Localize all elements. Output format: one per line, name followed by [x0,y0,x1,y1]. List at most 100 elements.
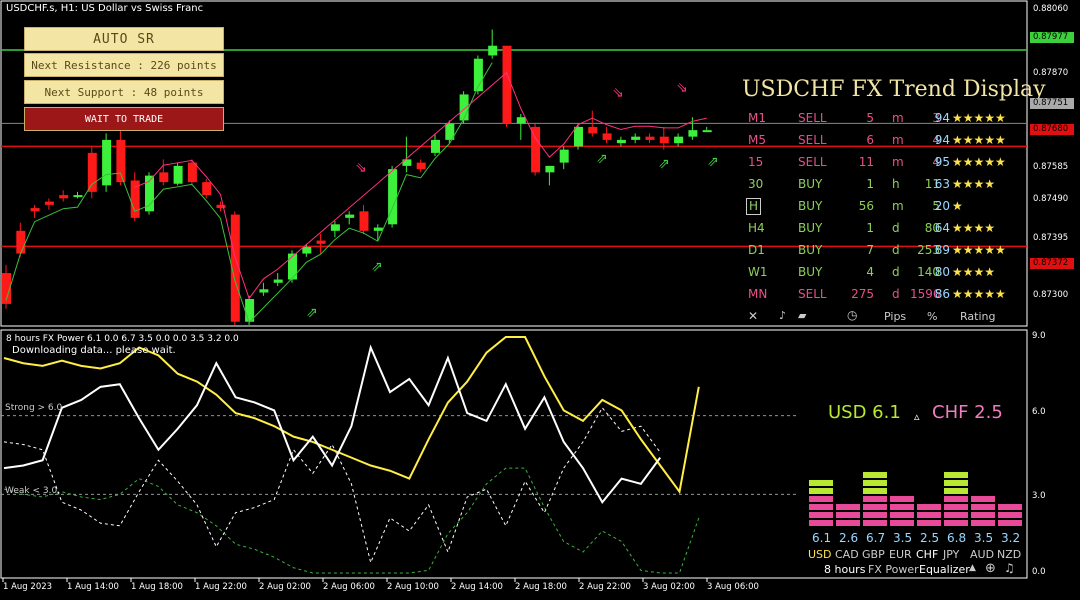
duration-value: 1 [866,221,874,235]
equalizer-segment [809,496,833,502]
time-label: 1 Aug 2023 [3,582,53,592]
triangle-up-icon[interactable]: ▲ [969,563,976,573]
tf-label: W1 [748,265,768,279]
equalizer-segment [809,488,833,494]
equalizer-currency[interactable]: CAD [835,548,859,561]
duration-value: 11 [858,155,874,169]
time-label: 1 Aug 14:00 [67,582,119,592]
signal-label: SELL [798,133,827,147]
equalizer-currency[interactable]: CHF [916,548,938,561]
candle-body [116,139,126,183]
candle-body [59,195,69,199]
candle-body [16,230,26,254]
price-label: 0.87372 [1030,258,1074,269]
sell-arrow-icon: ⇘ [612,85,624,101]
rating-stars: ★★★★★ [952,287,1006,301]
close-icon[interactable]: ✕ [748,309,758,323]
equalizer-segment [809,504,833,510]
fx-axis-label: 6.0 [1032,407,1046,417]
crosshair-icon[interactable]: ⊕ [985,561,996,576]
percent-value: 20 [934,199,950,213]
equalizer-currency[interactable]: EUR [889,548,912,561]
delta-icon: ▵ [914,410,920,423]
equalizer-segment [944,472,968,478]
candle-body [259,289,269,293]
equalizer-label[interactable]: Equalizer [919,563,970,576]
buy-arrow-icon: ⇗ [658,156,670,172]
pen-icon[interactable]: ▰ [798,309,806,322]
equalizer-value: 2.6 [839,531,859,545]
duration-unit: m [892,111,904,125]
duration-unit: d [892,287,900,301]
equalizer-value: 3.2 [1001,531,1021,545]
price-label: 0.87751 [1030,98,1074,109]
equalizer-value: 3.5 [893,531,913,545]
rating-stars: ★★★★★ [952,155,1006,169]
auto-sr-button[interactable]: AUTO SR [24,27,224,51]
rating-stars: ★★★★★ [952,133,1006,147]
equalizer-segment [863,480,887,486]
candle-body [373,227,383,231]
duration-value: 4 [866,265,874,279]
tf-label: D1 [748,243,765,257]
period-label[interactable]: 8 hours [824,563,865,576]
tf-label: H [746,198,762,215]
equalizer-segment [809,520,833,526]
candle-body [202,182,212,196]
equalizer-currency[interactable]: GBP [862,548,885,561]
equalizer-segment [917,520,941,526]
candle-body [187,162,197,183]
time-label: 2 Aug 06:00 [323,582,375,592]
candle-body [30,208,40,212]
percent-value: 86 [934,287,950,301]
download-status: Downloading data... please wait. [12,345,176,356]
percent-value: 94 [934,133,950,147]
rating-column-label: Rating [960,310,996,323]
candle-body [316,240,326,244]
equalizer-value: 3.5 [974,531,994,545]
candle-body [559,149,569,163]
equalizer-currency[interactable]: AUD [970,548,994,561]
signal-label: BUY [798,221,823,235]
price-label: 0.87977 [1030,32,1074,43]
rating-stars: ★★★★ [952,265,996,279]
equalizer-segment [863,504,887,510]
candle-body [431,139,440,153]
music-note-icon-2[interactable]: ♫ [1004,561,1015,575]
duration-unit: d [892,221,900,235]
percent-value: 95 [934,155,950,169]
candle-body [502,45,512,124]
percent-value: 89 [934,243,950,257]
candle-body [659,136,669,144]
next-resistance-button[interactable]: Next Resistance : 226 points [24,53,224,77]
clock-icon[interactable]: ◷ [847,308,857,322]
fx-power-label[interactable]: FX Power [868,563,919,576]
equalizer-segment [944,488,968,494]
music-note-icon[interactable]: ♪ [779,309,786,322]
equalizer-currency[interactable]: JPY [943,548,959,561]
duration-unit: d [892,243,900,257]
pips-column-label: Pips [884,310,907,323]
duration-unit: m [892,133,904,147]
equalizer-segment [971,496,995,502]
candle-body [645,136,655,140]
equalizer-segment [863,520,887,526]
equalizer-currency[interactable]: USD [808,548,832,561]
percent-column-label: % [927,310,938,323]
candle-body [588,126,598,134]
equalizer-currency[interactable]: NZD [997,548,1021,561]
price-label: 0.87490 [1033,194,1069,204]
equalizer-value: 6.8 [947,531,967,545]
wait-to-trade-button[interactable]: WAIT TO TRADE [24,107,224,131]
candle-body [488,45,498,56]
sell-arrow-icon: ⇘ [676,80,688,96]
buy-arrow-icon: ⇗ [371,259,383,275]
candle-body [702,130,712,133]
next-support-button[interactable]: Next Support : 48 points [24,80,224,104]
candle-body [616,139,626,144]
candle-body [173,165,183,184]
percent-value: 94 [934,111,950,125]
weak-level-label: Weak < 3.0 [5,486,58,496]
signal-label: BUY [798,243,823,257]
candle-body [288,253,297,280]
